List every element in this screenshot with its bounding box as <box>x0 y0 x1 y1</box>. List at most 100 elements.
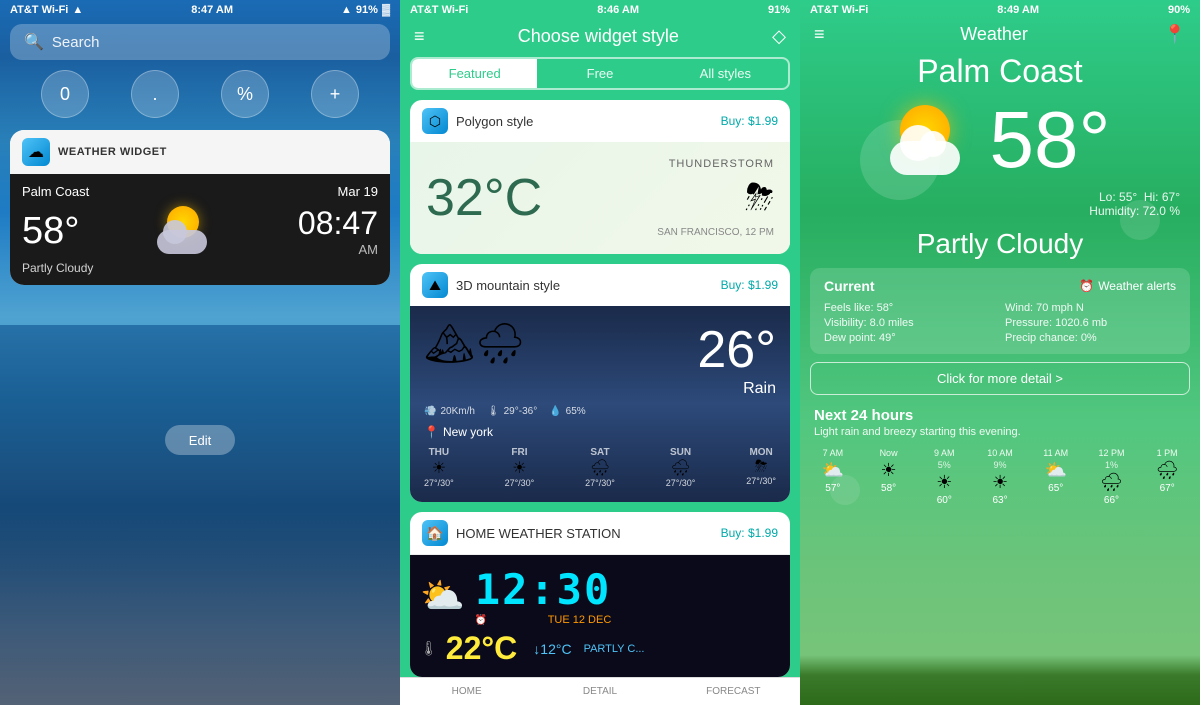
p3-feels-like: Feels like: 58° <box>824 302 995 314</box>
station-price[interactable]: Buy: $1.99 <box>721 526 778 540</box>
station-main-row: ⛅ 12:30 ⏰ TUE 12 DEC <box>420 565 780 626</box>
polygon-name: Polygon style <box>456 114 533 129</box>
p3-main-temp: 58° <box>990 94 1111 186</box>
status-bar-panel3: AT&T Wi-Fi 8:49 AM 90% <box>800 0 1200 20</box>
p3-precip: Precip chance: 0% <box>1005 332 1176 344</box>
mountain-card[interactable]: ⛰ 3D mountain style Buy: $1.99 🏔🌧 26° Ra… <box>410 264 790 502</box>
p2-time: 8:46 AM <box>597 4 639 16</box>
carrier-label: AT&T Wi-Fi <box>10 4 68 16</box>
status-bar-panel2: AT&T Wi-Fi 8:46 AM 91% <box>400 0 800 20</box>
p2-battery: 91% <box>768 4 790 16</box>
hourly-6: 1 PM 🌧 67° <box>1140 444 1194 510</box>
status-bar-panel1: AT&T Wi-Fi ▲ 8:47 AM ▲ 91% ▓ <box>0 0 400 20</box>
p3-alerts-label: Weather alerts <box>1098 279 1176 293</box>
p3-next24-label: Next 24 hours <box>800 403 1200 426</box>
forecast-thu: THU ☀ 27°/30° <box>424 447 454 488</box>
mountain-details: 💨 20Km/h 🌡 29°-36° 💧 65% <box>424 406 776 417</box>
polygon-condition: THUNDERSTORM <box>657 158 774 170</box>
menu-icon[interactable]: ≡ <box>414 26 425 47</box>
hourly-5: 12 PM 1% 🌧 66° <box>1085 444 1139 510</box>
wind-detail: 💨 20Km/h <box>424 406 475 417</box>
keypad-0[interactable]: 0 <box>41 70 89 118</box>
tab-bar: Featured Free All styles <box>410 57 790 90</box>
station-card[interactable]: 🏠 HOME WEATHER STATION Buy: $1.99 ⛅ 12:3… <box>410 512 790 677</box>
p3-wind: Wind: 70 mph N <box>1005 302 1176 314</box>
p3-visibility: Visibility: 8.0 miles <box>824 317 995 329</box>
panel2-header: ≡ Choose widget style ◇ <box>400 20 800 57</box>
widget-weather-icon <box>157 206 221 256</box>
mountain-temp-col: 26° Rain <box>697 320 776 398</box>
widget-app-icon: ☁ <box>22 138 50 166</box>
weather-widget[interactable]: ☁ WEATHER WIDGET Palm Coast Mar 19 58° 0… <box>10 130 390 285</box>
p3-main-area: 58° <box>800 94 1200 186</box>
p2-carrier: AT&T Wi-Fi <box>410 4 468 16</box>
p3-weather-icon <box>890 105 980 175</box>
wifi-icon: ▲ <box>72 4 83 16</box>
diamond-icon[interactable]: ◇ <box>772 26 786 47</box>
hourly-2: 9 AM 5% ☀ 60° <box>917 444 971 510</box>
p3-info-header: Current ⏰ Weather alerts <box>824 278 1176 294</box>
battery-icon: ▓ <box>382 4 390 16</box>
temp-range-detail: 🌡 29°-36° <box>487 406 537 417</box>
p3-menu-icon[interactable]: ≡ <box>814 24 825 45</box>
station-partly: PARTLY C... <box>584 643 645 655</box>
mountain-body: 🏔🌧 26° Rain 💨 20Km/h 🌡 29°-36° 💧 65% 📍 N… <box>410 306 790 502</box>
polygon-price[interactable]: Buy: $1.99 <box>721 114 778 128</box>
station-time-col: 12:30 ⏰ TUE 12 DEC <box>475 565 611 626</box>
hourly-1: Now ☀ 58° <box>862 444 916 510</box>
station-cloud-icon: ⛅ <box>420 575 465 617</box>
p3-carrier: AT&T Wi-Fi <box>810 4 868 16</box>
edit-button[interactable]: Edit <box>165 425 235 455</box>
station-temp: 22°C <box>446 630 518 667</box>
grass-overlay <box>800 655 1200 705</box>
tab-home[interactable]: HOME <box>400 678 533 705</box>
tab-forecast[interactable]: FORECAST <box>667 678 800 705</box>
orb2 <box>1120 200 1160 240</box>
polygon-card[interactable]: ⬡ Polygon style Buy: $1.99 32°C THUNDERS… <box>410 100 790 254</box>
p3-dew-point: Dew point: 49° <box>824 332 995 344</box>
keypad-dot[interactable]: . <box>131 70 179 118</box>
station-card-header: 🏠 HOME WEATHER STATION Buy: $1.99 <box>410 512 790 555</box>
p3-hourly: 7 AM ⛅ 57° Now ☀ 58° 9 AM 5% ☀ 60° 10 AM… <box>800 444 1200 510</box>
mountain-price[interactable]: Buy: $1.99 <box>721 278 778 292</box>
mountain-temp: 26° <box>697 320 776 380</box>
widget-title: WEATHER WIDGET <box>58 146 167 158</box>
keypad-plus[interactable]: + <box>311 70 359 118</box>
station-drop-temp: ↓12°C <box>533 641 571 657</box>
tab-free[interactable]: Free <box>537 59 662 88</box>
tab-detail[interactable]: DETAIL <box>533 678 666 705</box>
tab-featured[interactable]: Featured <box>412 59 537 88</box>
panel-home-screen: AT&T Wi-Fi ▲ 8:47 AM ▲ 91% ▓ 🔍 Search 0 … <box>0 0 400 705</box>
tab-all-styles[interactable]: All styles <box>663 59 788 88</box>
widget-condition: Partly Cloudy <box>22 261 378 275</box>
p3-current-label: Current <box>824 278 875 294</box>
polygon-body: 32°C THUNDERSTORM ⛈ SAN FRANCISCO, 12 PM <box>410 142 790 254</box>
search-icon: 🔍 <box>24 32 44 52</box>
forecast-sat: SAT 🌧 27°/30° <box>585 447 615 488</box>
battery-label: 91% <box>356 4 378 16</box>
p3-alerts[interactable]: ⏰ Weather alerts <box>1079 279 1176 293</box>
status-left: AT&T Wi-Fi ▲ <box>10 4 83 16</box>
search-bar[interactable]: 🔍 Search <box>10 24 390 60</box>
keypad-row: 0 . % + <box>0 64 400 124</box>
p3-time: 8:49 AM <box>997 4 1039 16</box>
polygon-location: SAN FRANCISCO, 12 PM <box>657 227 774 238</box>
mountain-icon: ⛰ <box>422 272 448 298</box>
widget-time: 08:47 <box>298 205 378 242</box>
detail-button[interactable]: Click for more detail > <box>810 362 1190 395</box>
p3-location-icon[interactable]: 📍 <box>1164 24 1186 45</box>
widget-temp: 58° <box>22 210 79 253</box>
mountain-header-left: ⛰ 3D mountain style <box>422 272 560 298</box>
station-header-left: 🏠 HOME WEATHER STATION <box>422 520 621 546</box>
widget-location: Palm Coast <box>22 184 89 199</box>
station-date: TUE 12 DEC <box>548 614 612 626</box>
bottom-tabs: HOME DETAIL FORECAST <box>400 677 800 705</box>
forecast-mon: MON ⛈ 27°/30° <box>746 447 776 488</box>
widget-location-row: Palm Coast Mar 19 <box>22 184 378 199</box>
mountain-top-row: 🏔🌧 26° Rain <box>424 320 776 398</box>
station-body: ⛅ 12:30 ⏰ TUE 12 DEC 🌡 22°C ↓12°C PARTLY… <box>410 555 790 677</box>
polygon-right: THUNDERSTORM ⛈ SAN FRANCISCO, 12 PM <box>657 158 774 238</box>
humidity-detail: 💧 65% <box>549 406 585 417</box>
keypad-pct[interactable]: % <box>221 70 269 118</box>
p3-info-section: Current ⏰ Weather alerts Feels like: 58°… <box>810 268 1190 354</box>
